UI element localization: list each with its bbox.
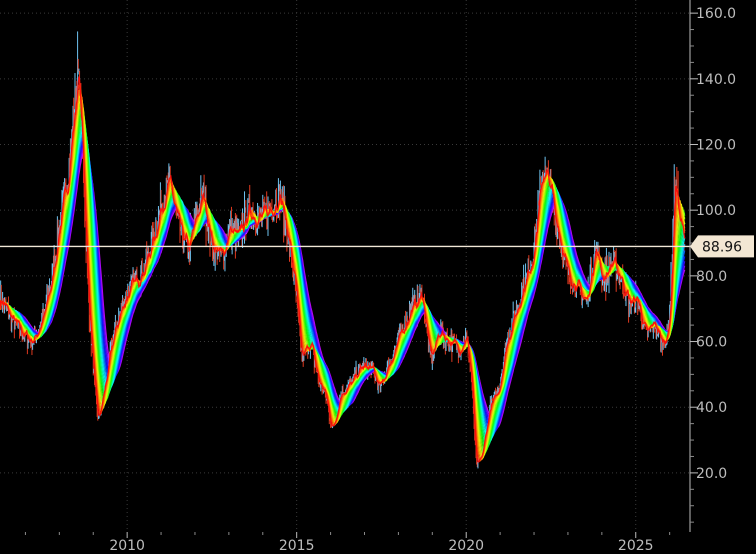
last-price-label: 88.96 xyxy=(690,235,754,258)
x-tick-label: 2025 xyxy=(618,538,654,554)
x-tick-label: 2015 xyxy=(279,538,315,554)
moving-average-ribbon xyxy=(0,76,686,463)
x-tick-label: 2010 xyxy=(109,538,145,554)
y-tick-label: 80.0 xyxy=(696,269,727,285)
last-price-label-text: 88.96 xyxy=(702,239,742,255)
x-axis: 2010 2015 2020 2025 xyxy=(24,532,671,554)
grid-lines xyxy=(0,0,690,532)
y-tick-label: 140.0 xyxy=(696,72,736,88)
price-chart[interactable]: 20.0 40.0 60.0 80.0 100.0 120.0 140.0 160.0 201… xyxy=(0,0,756,554)
y-tick-label: 160.0 xyxy=(696,6,736,22)
y-tick-label: 120.0 xyxy=(696,137,736,153)
y-axis: 20.0 40.0 60.0 80.0 100.0 120.0 140.0 160.0 xyxy=(690,6,736,523)
x-tick-label: 2020 xyxy=(448,538,484,554)
y-tick-label: 100.0 xyxy=(696,203,736,219)
y-tick-label: 60.0 xyxy=(696,335,727,351)
y-tick-label: 40.0 xyxy=(696,400,727,416)
y-tick-label: 20.0 xyxy=(696,466,727,482)
